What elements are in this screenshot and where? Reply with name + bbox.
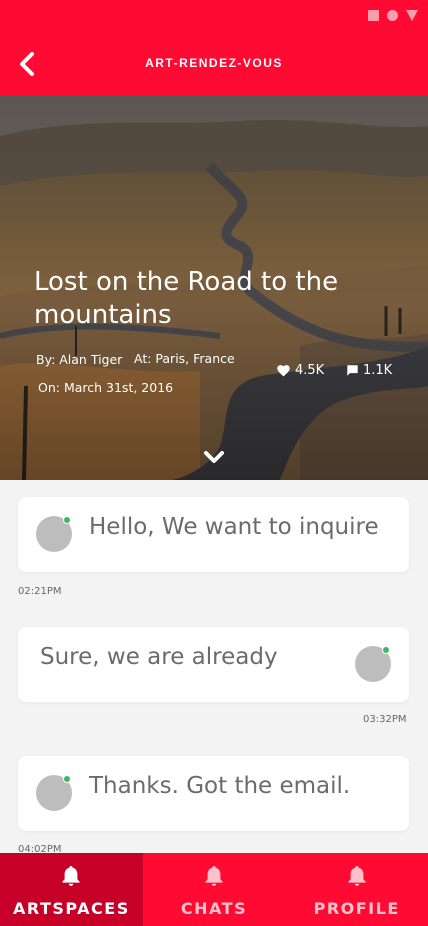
author-label: By: Alan Tiger — [36, 352, 123, 367]
avatar[interactable] — [36, 775, 72, 811]
avatar[interactable] — [355, 646, 391, 682]
circle-icon — [387, 10, 398, 21]
hero-title: Lost on the Road to the mountains — [34, 267, 339, 330]
bell-icon — [205, 866, 223, 886]
square-icon — [368, 10, 379, 21]
online-indicator — [63, 775, 71, 783]
bottom-nav: ARTSPACES CHATS PROFILE — [0, 853, 428, 926]
avatar[interactable] — [36, 516, 72, 552]
nav-label: CHATS — [180, 899, 248, 918]
hero-card[interactable]: Lost on the Road to the mountains By: Al… — [0, 96, 428, 480]
app-header: ART-RENDEZ-VOUS — [0, 0, 428, 96]
status-bar — [368, 10, 418, 21]
app-screen: ART-RENDEZ-VOUS Lost on the Road to the … — [0, 0, 428, 926]
message-text: Thanks. Got the email. — [89, 773, 351, 799]
message-time: 03:32PM — [363, 714, 407, 725]
message-card[interactable]: Thanks. Got the email. — [18, 756, 409, 831]
likes-count: 4.5K — [295, 363, 325, 378]
message-time: 02:21PM — [18, 586, 62, 597]
bell-icon — [348, 866, 366, 886]
bell-icon — [62, 866, 80, 886]
online-indicator — [63, 516, 71, 524]
chevron-down-icon[interactable] — [203, 450, 225, 464]
triangle-icon — [406, 10, 418, 21]
nav-item-profile[interactable]: PROFILE — [285, 853, 428, 926]
message-card[interactable]: Hello, We want to inquire — [18, 497, 409, 572]
nav-item-artspaces[interactable]: ARTSPACES — [0, 853, 143, 926]
online-indicator — [382, 646, 390, 654]
comments-count: 1.1K — [363, 363, 393, 378]
comment-icon — [347, 365, 358, 376]
nav-label: ARTSPACES — [12, 899, 130, 918]
page-title: ART-RENDEZ-VOUS — [145, 56, 283, 70]
nav-label: PROFILE — [313, 899, 400, 918]
comments-stat[interactable]: 1.1K — [346, 363, 392, 378]
message-card[interactable]: Sure, we are already — [18, 627, 409, 702]
nav-item-chats[interactable]: CHATS — [143, 853, 286, 926]
heart-icon — [277, 365, 290, 377]
date-label: On: March 31st, 2016 — [38, 380, 174, 395]
likes-stat[interactable]: 4.5K — [276, 363, 324, 378]
location-label: At: Paris, France — [134, 351, 235, 366]
message-text: Hello, We want to inquire — [89, 514, 379, 540]
message-text: Sure, we are already — [40, 644, 278, 670]
